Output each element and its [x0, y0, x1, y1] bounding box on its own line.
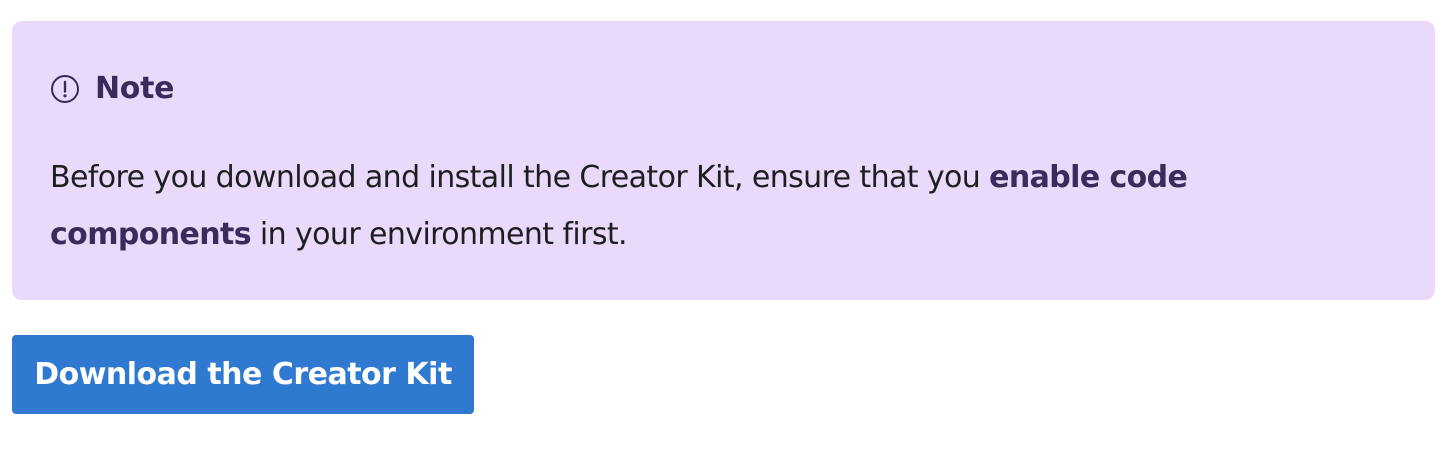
note-body: Before you download and install the Crea… [50, 149, 1290, 263]
download-creator-kit-button[interactable]: Download the Creator Kit [12, 335, 474, 414]
note-callout: Note Before you download and install the… [12, 21, 1435, 300]
note-text-before: Before you download and install the Crea… [50, 160, 990, 195]
note-header: Note [50, 71, 175, 107]
note-title: Note [95, 71, 175, 106]
note-text-after: in your environment first. [251, 217, 628, 252]
info-circle-icon [51, 75, 79, 103]
